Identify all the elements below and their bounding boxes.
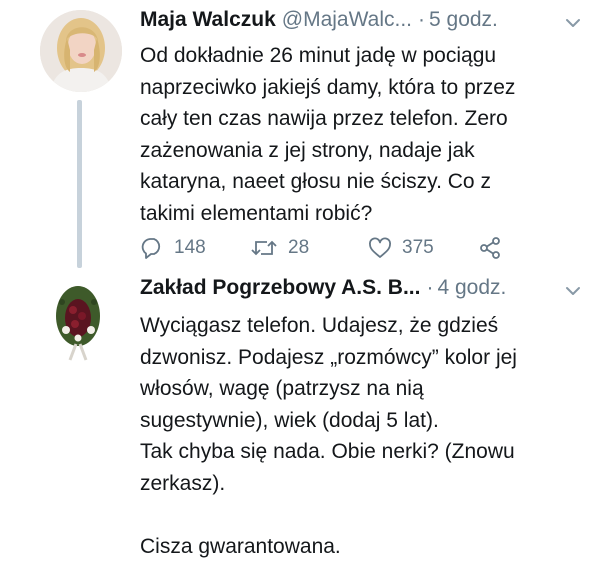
like-button[interactable]: 375 xyxy=(368,237,478,259)
wreath-icon xyxy=(56,286,100,361)
author-name[interactable]: Maja Walczuk xyxy=(140,8,276,32)
tweet-text-line: takimi elementami robić? xyxy=(140,201,373,225)
tweet-text-line: Od dokładnie 26 minut jadę w pociągu xyxy=(140,44,497,67)
tweet-text-line: Wyciągasz telefon. Udajesz, że gdzieś xyxy=(140,314,499,337)
tweet-text: Wyciągasz telefon. Udajesz, że gdzieś dz… xyxy=(140,310,588,561)
tweet-timestamp[interactable]: 5 godz. xyxy=(429,8,498,32)
tweet-text-line: zerkasz). xyxy=(140,471,226,495)
thread-connector-line xyxy=(77,100,82,268)
avatar-zaklad-pogrzebowy[interactable] xyxy=(48,278,108,362)
separator-dot: · xyxy=(418,8,425,31)
tweet-1-action-bar: 148 28 375 xyxy=(140,233,520,263)
tweet-closing-line: Cisza gwarantowana. xyxy=(140,534,341,558)
tweet-2[interactable]: Zakład Pogrzebowy A.S. B... · 4 godz. Wy… xyxy=(140,276,588,561)
tweet-text-line: Tak chyba się nada. Obie nerki? (Znowu xyxy=(140,440,515,463)
tweet-text: Od dokładnie 26 minut jadę w pociągu nap… xyxy=(140,40,588,229)
tweet-text-line: kataryna, naeet głosu nie ściszy. Co z xyxy=(140,170,491,193)
author-name[interactable]: Zakład Pogrzebowy A.S. B... xyxy=(140,276,420,300)
tweet-1-header: Maja Walczuk @MajaWalc... · 5 godz. xyxy=(140,8,588,40)
tweet-text-line: sugestywnie), wiek (dodaj 5 lat). xyxy=(140,408,439,432)
reply-count: 148 xyxy=(174,237,206,258)
avatar-image xyxy=(40,10,122,92)
chevron-down-icon[interactable] xyxy=(564,16,582,30)
reply-icon xyxy=(141,238,161,259)
heart-icon xyxy=(369,237,391,258)
like-count: 375 xyxy=(402,237,434,258)
tweet-text-line: naprzeciwko jakiejś damy, która to przez xyxy=(140,75,516,99)
retweet-icon xyxy=(251,240,277,256)
tweet-1[interactable]: Maja Walczuk @MajaWalc... · 5 godz. Od d… xyxy=(140,8,588,229)
tweet-text-line: cały ten czas nawija przez telefon. Zero xyxy=(140,107,508,130)
share-icon xyxy=(480,237,500,259)
tweet-timestamp[interactable]: 4 godz. xyxy=(437,276,506,300)
avatar-maja-walczuk[interactable] xyxy=(40,10,122,92)
share-button[interactable] xyxy=(478,236,502,260)
author-handle[interactable]: @MajaWalc... xyxy=(282,8,412,32)
tweet-text-line: zażenowania z jej strony, nadaje jak xyxy=(140,138,475,162)
tweet-text-line: włosów, wagę (patrzysz na nią xyxy=(140,377,424,400)
tweet-2-header: Zakład Pogrzebowy A.S. B... · 4 godz. xyxy=(140,276,588,308)
retweet-count: 28 xyxy=(288,237,310,258)
retweet-button[interactable]: 28 xyxy=(250,237,368,259)
chevron-down-icon[interactable] xyxy=(564,284,582,298)
reply-button[interactable]: 148 xyxy=(140,237,250,259)
separator-dot: · xyxy=(426,276,434,299)
tweet-thread: Maja Walczuk @MajaWalc... · 5 godz. Od d… xyxy=(0,0,610,561)
tweet-text-line: dzwonisz. Podajesz „rozmówcy” kolor jej xyxy=(140,345,517,369)
